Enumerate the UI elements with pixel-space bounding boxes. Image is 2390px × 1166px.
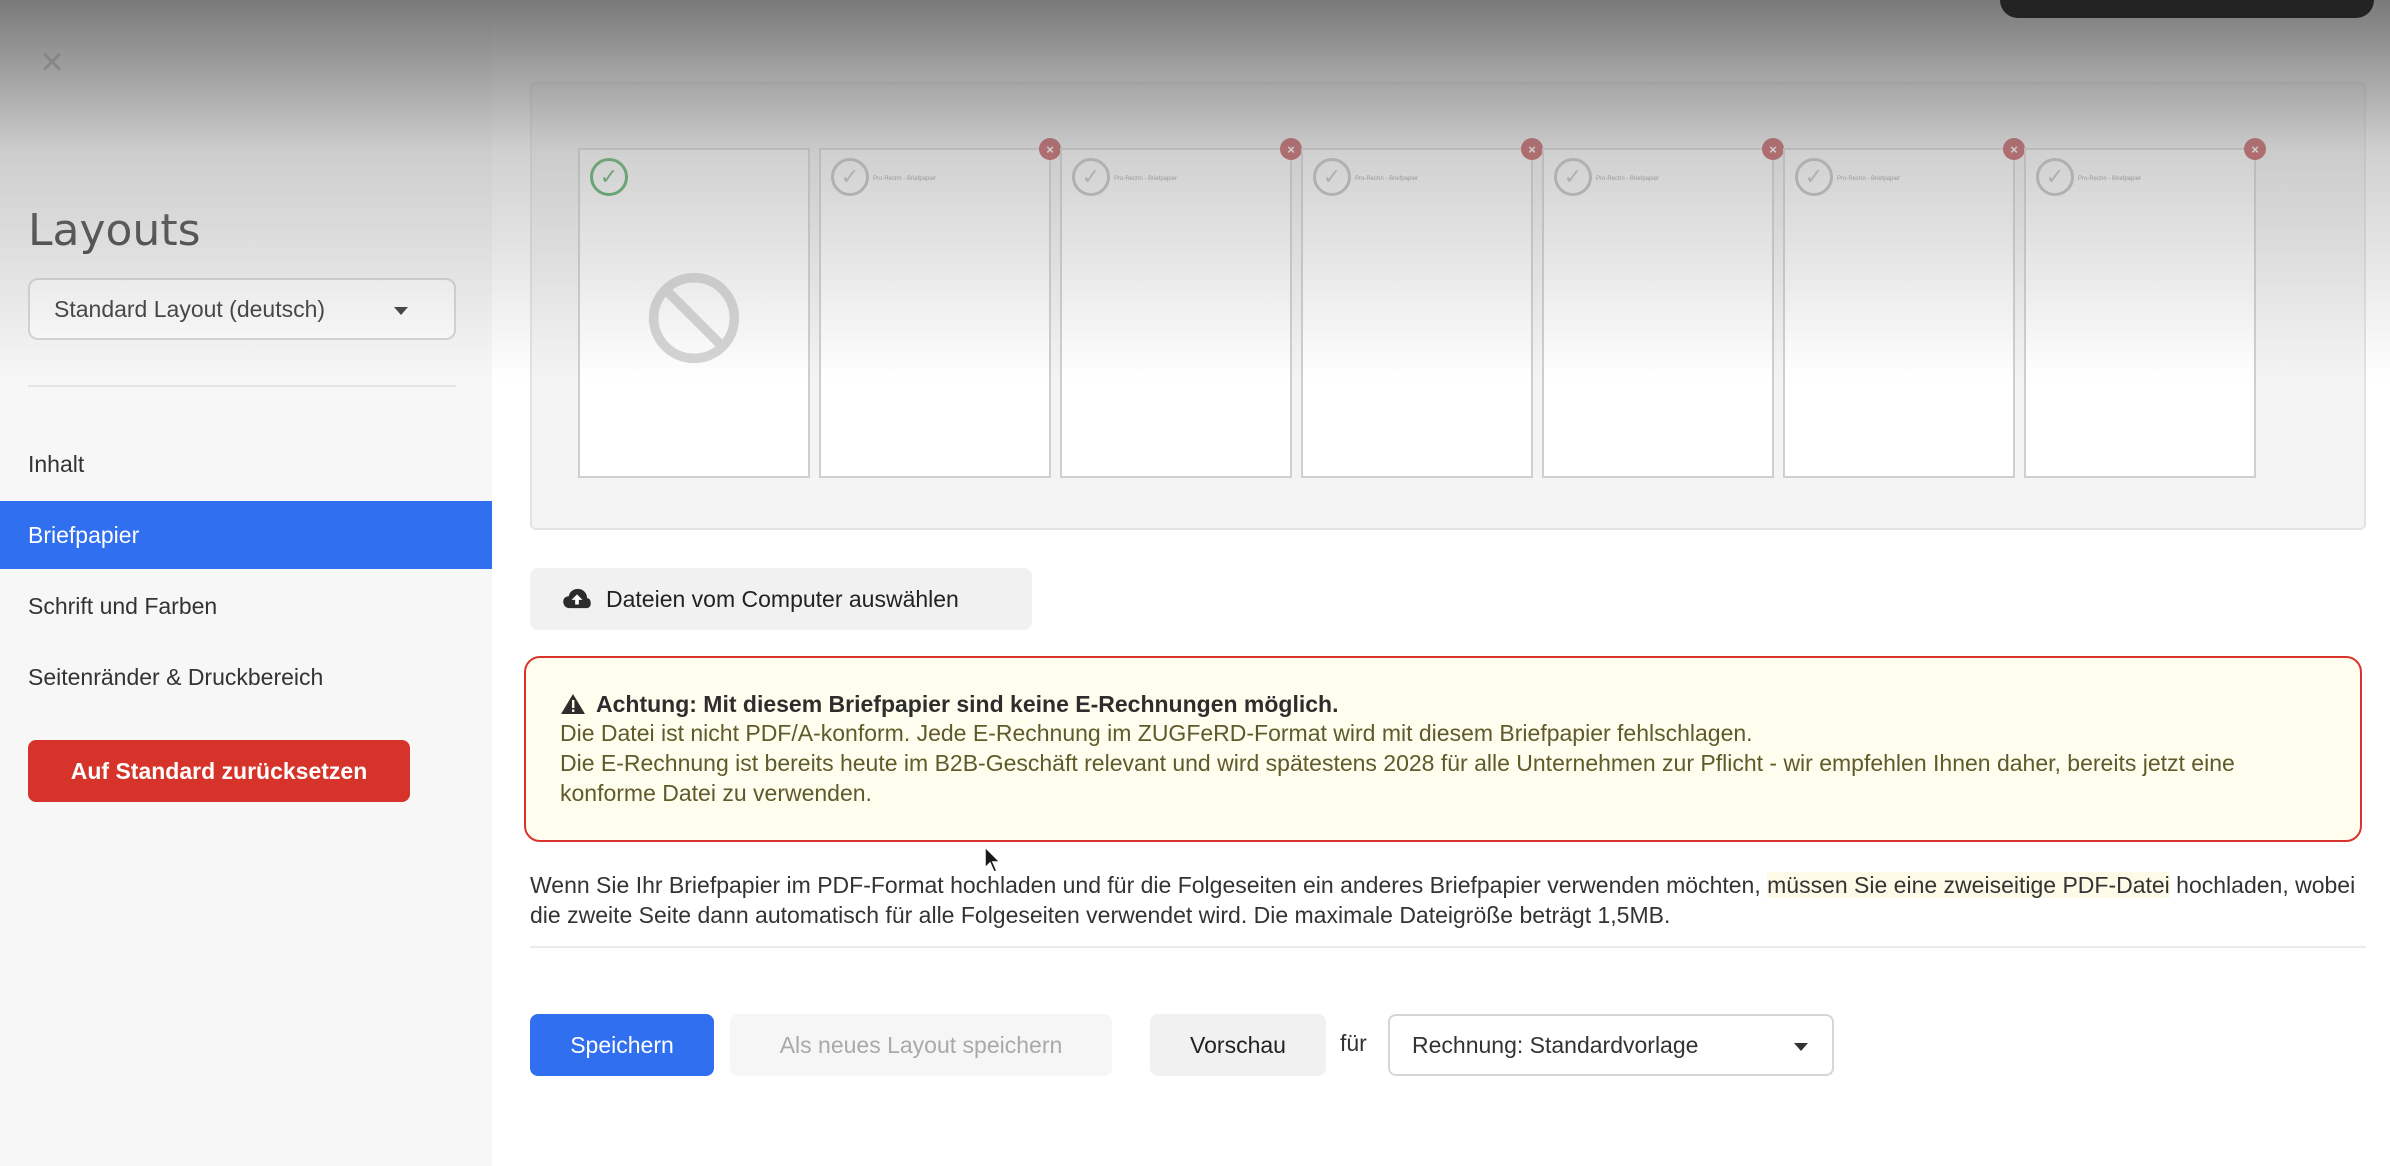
remove-icon[interactable]: × — [2244, 138, 2266, 160]
check-circle-icon: ✓ — [590, 158, 628, 196]
letterhead-thumbnail[interactable]: ✓ Pro-Rechn - Briefpapier × — [1301, 138, 1543, 478]
letterhead-thumbnail[interactable]: ✓ Pro-Rechn - Briefpapier × — [819, 138, 1061, 478]
info-divider — [530, 946, 2366, 948]
layout-select-value: Standard Layout (deutsch) — [54, 295, 326, 322]
sidebar: × Layouts Standard Layout (deutsch) Inha… — [0, 0, 492, 1166]
caret-down-icon — [394, 307, 408, 315]
info-text-part1: Wenn Sie Ihr Briefpapier im PDF-Format h… — [530, 872, 1768, 898]
letterhead-thumbnail[interactable]: ✓ Pro-Rechn - Briefpapier × — [1542, 138, 1784, 478]
cloud-upload-icon — [563, 588, 591, 609]
sidebar-nav: Inhalt Briefpapier Schrift und Farben Se… — [0, 430, 492, 714]
check-circle-icon: ✓ — [1072, 158, 1110, 196]
thumbnail-caption: Pro-Rechn - Briefpapier — [1837, 176, 1901, 182]
letterhead-thumbnail[interactable]: ✓ Pro-Rechn - Briefpapier × — [1060, 138, 1302, 478]
save-as-new-layout-button: Als neues Layout speichern — [730, 1014, 1112, 1076]
top-toolbar-pill — [2000, 0, 2374, 18]
close-icon[interactable]: × — [34, 42, 70, 82]
warning-title: Achtung: Mit diesem Briefpapier sind kei… — [560, 690, 2360, 718]
letterhead-info-text: Wenn Sie Ihr Briefpapier im PDF-Format h… — [530, 870, 2370, 930]
thumbnail-caption: Pro-Rechn - Briefpapier — [2078, 176, 2142, 182]
caret-down-icon — [1794, 1043, 1808, 1051]
sidebar-item-seitenraender[interactable]: Seitenränder & Druckbereich — [0, 643, 492, 711]
check-circle-icon: ✓ — [1795, 158, 1833, 196]
thumbnail-caption: Pro-Rechn - Briefpapier — [1114, 176, 1178, 182]
check-circle-icon: ✓ — [1313, 158, 1351, 196]
warning-line-2: Die E-Rechnung ist bereits heute im B2B-… — [560, 750, 2235, 806]
check-circle-icon: ✓ — [831, 158, 869, 196]
sidebar-title: Layouts — [28, 205, 201, 256]
sidebar-item-inhalt[interactable]: Inhalt — [0, 430, 492, 498]
thumbnail-caption: Pro-Rechn - Briefpapier — [873, 176, 937, 182]
remove-icon[interactable]: × — [1039, 138, 1061, 160]
letterhead-thumbnail[interactable]: ✓ Pro-Rechn - Briefpapier × — [1783, 138, 2025, 478]
for-label: für — [1340, 1030, 1367, 1056]
letterhead-thumbnail-none[interactable]: ✓ — [578, 148, 810, 478]
no-letterhead-icon — [648, 272, 740, 364]
remove-icon[interactable]: × — [1280, 138, 1302, 160]
upload-files-button[interactable]: Dateien vom Computer auswählen — [530, 568, 1032, 630]
remove-icon[interactable]: × — [1521, 138, 1543, 160]
warning-line-1: Die Datei ist nicht PDF/A-konform. Jede … — [560, 720, 1753, 746]
check-circle-icon: ✓ — [1554, 158, 1592, 196]
upload-files-label: Dateien vom Computer auswählen — [606, 585, 959, 612]
template-select[interactable]: Rechnung: Standardvorlage — [1388, 1014, 1834, 1076]
preview-button[interactable]: Vorschau — [1150, 1014, 1326, 1076]
save-button[interactable]: Speichern — [530, 1014, 714, 1076]
layout-select[interactable]: Standard Layout (deutsch) — [28, 278, 456, 340]
sidebar-item-schrift-und-farben[interactable]: Schrift und Farben — [0, 572, 492, 640]
letterhead-thumbnail-panel: ✓ ✓ Pro-Rechn - Briefpapier × ✓ Pro-Rech… — [530, 82, 2366, 530]
reset-to-default-button[interactable]: Auf Standard zurücksetzen — [28, 740, 410, 802]
warning-title-text: Achtung: Mit diesem Briefpapier sind kei… — [596, 691, 1339, 717]
mouse-cursor-icon — [984, 846, 1002, 873]
thumbnail-caption: Pro-Rechn - Briefpapier — [1596, 176, 1660, 182]
letterhead-thumbnail[interactable]: ✓ Pro-Rechn - Briefpapier × — [2024, 138, 2266, 478]
warning-triangle-icon — [561, 694, 585, 714]
sidebar-divider — [28, 385, 456, 387]
thumbnail-caption: Pro-Rechn - Briefpapier — [1355, 176, 1419, 182]
remove-icon[interactable]: × — [1762, 138, 1784, 160]
template-select-value: Rechnung: Standardvorlage — [1412, 1031, 1699, 1058]
info-text-highlight: müssen Sie eine zweiseitige PDF-Datei — [1767, 872, 2170, 898]
remove-icon[interactable]: × — [2003, 138, 2025, 160]
pdfa-warning-box: Achtung: Mit diesem Briefpapier sind kei… — [524, 656, 2362, 842]
check-circle-icon: ✓ — [2036, 158, 2074, 196]
sidebar-item-briefpapier[interactable]: Briefpapier — [0, 501, 492, 569]
